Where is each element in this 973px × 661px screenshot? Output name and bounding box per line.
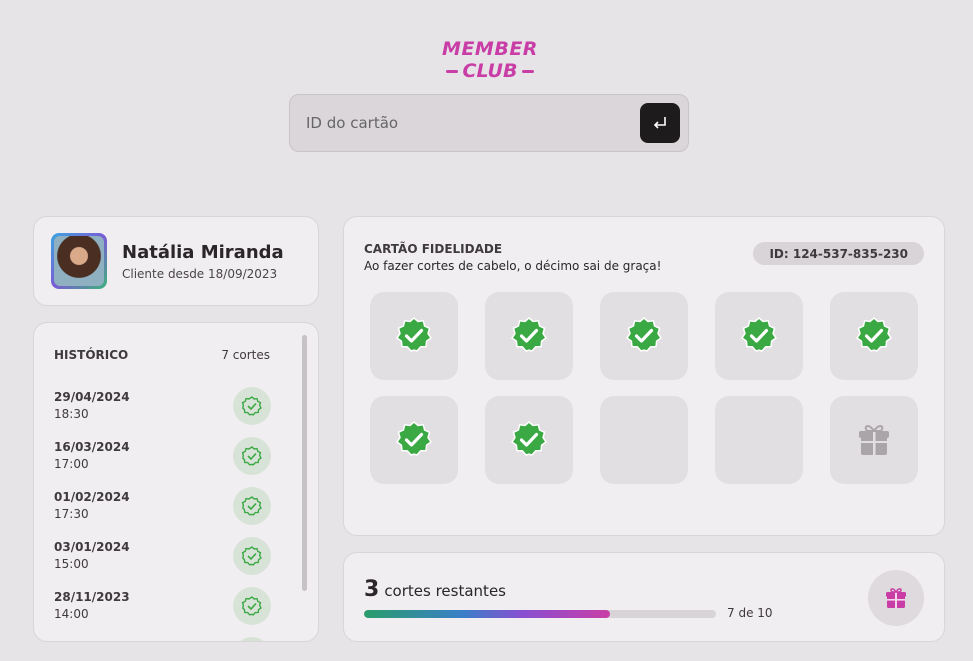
history-item: 16/03/2024 17:00 [54, 431, 272, 481]
stamp-filled [370, 396, 458, 484]
gift-button[interactable] [868, 570, 924, 626]
check-badge-icon [241, 396, 262, 416]
stamp-filled [485, 292, 573, 380]
history-date: 29/04/2024 [54, 390, 130, 404]
client-name: Natália Miranda [122, 241, 284, 263]
member-club-logo: MEMBER CLUB [440, 38, 540, 86]
history-time: 17:30 [54, 507, 89, 521]
history-panel: HISTÓRICO 7 cortes 29/04/2024 18:30 16/03/… [33, 322, 319, 642]
history-item: 29/04/2024 18:30 [54, 381, 272, 431]
loyalty-subtitle: Ao fazer cortes de cabelo, o décimo sai … [364, 259, 662, 273]
logo-dash [445, 69, 458, 73]
stamp-reward [830, 396, 918, 484]
gift-icon [859, 425, 889, 455]
stamp-check-icon [625, 317, 663, 352]
history-date: 01/02/2024 [54, 490, 130, 504]
stamp-empty [715, 396, 803, 484]
history-scrollbar[interactable] [302, 335, 307, 591]
history-date: 16/03/2024 [54, 440, 130, 454]
logo-line-1: MEMBER [442, 38, 538, 60]
remaining-label: cortes restantes [384, 582, 506, 600]
history-check-badge [233, 487, 271, 525]
stamp-check-icon [510, 317, 548, 352]
history-check-badge [233, 387, 271, 425]
card-id-search [289, 94, 689, 152]
history-time: 14:00 [54, 607, 89, 621]
loyalty-card: CARTÃO FIDELIDADE Ao fazer cortes de cab… [343, 216, 945, 536]
stamp-check-icon [740, 317, 778, 352]
history-item: 01/02/2024 17:30 [54, 481, 272, 531]
history-date: 28/11/2023 [54, 590, 130, 604]
history-item: 03/01/2024 15:00 [54, 531, 272, 581]
client-since: Cliente desde 18/09/2023 [122, 266, 278, 281]
stamp-check-icon [395, 317, 433, 352]
history-title: HISTÓRICO [54, 348, 129, 362]
avatar [51, 233, 107, 289]
check-badge-icon [241, 446, 262, 466]
check-badge-icon [241, 596, 262, 616]
progress-bar [364, 610, 716, 618]
gift-icon [886, 588, 906, 608]
history-check-badge [233, 637, 271, 641]
check-badge-icon [241, 496, 262, 516]
stamp-filled [715, 292, 803, 380]
client-profile-card: Natália Miranda Cliente desde 18/09/2023 [33, 216, 319, 306]
logo-dash [522, 69, 535, 73]
history-check-badge [233, 537, 271, 575]
history-item: 23/10/2023 [54, 631, 272, 641]
history-check-badge [233, 437, 271, 475]
progress-text: 7 de 10 [727, 606, 773, 620]
progress-fill [364, 610, 611, 618]
card-id-badge: ID: 124-537-835-230 [753, 242, 924, 265]
stamp-check-icon [855, 317, 893, 352]
card-id-input[interactable] [306, 114, 626, 132]
stamp-check-icon [395, 421, 433, 456]
history-check-badge [233, 587, 271, 625]
stamp-filled [830, 292, 918, 380]
enter-arrow-icon [653, 117, 666, 129]
submit-button[interactable] [640, 103, 680, 143]
stamp-filled [600, 292, 688, 380]
history-list: 29/04/2024 18:30 16/03/2024 17:00 01/02/2024… [54, 381, 272, 641]
history-count: 7 cortes [221, 348, 270, 362]
history-time: 18:30 [54, 407, 89, 421]
history-date: 03/01/2024 [54, 540, 130, 554]
remaining-number: 3 [364, 577, 380, 602]
logo-line-2: CLUB [462, 60, 518, 82]
stamp-empty [600, 396, 688, 484]
progress-card: 3 cortes restantes 7 de 10 [343, 552, 945, 642]
history-item: 28/11/2023 14:00 [54, 581, 272, 631]
history-time: 17:00 [54, 457, 89, 471]
stamp-filled [370, 292, 458, 380]
check-badge-icon [241, 546, 262, 566]
stamp-filled [485, 396, 573, 484]
history-time: 15:00 [54, 557, 89, 571]
loyalty-title: CARTÃO FIDELIDADE [364, 242, 503, 256]
stamp-check-icon [510, 421, 548, 456]
